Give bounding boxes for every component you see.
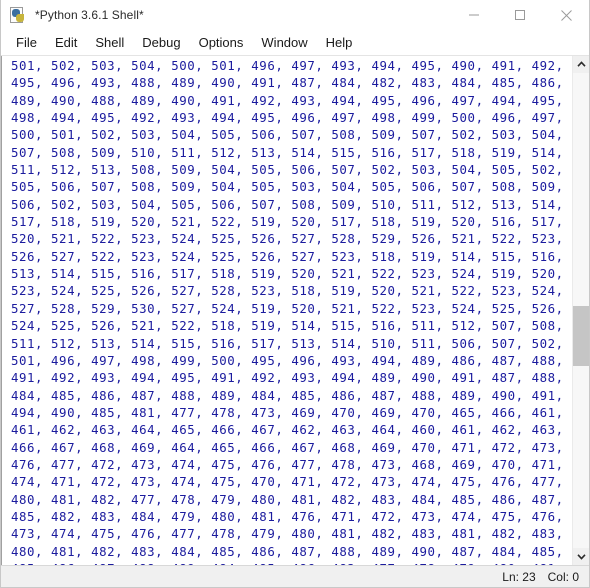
menu-item-debug[interactable]: Debug xyxy=(133,33,189,54)
maximize-icon xyxy=(515,10,525,20)
scroll-down-button[interactable] xyxy=(573,548,589,565)
output-line: 517, 518, 519, 520, 521, 522, 519, 520, … xyxy=(11,214,572,230)
output-line: 494, 490, 485, 481, 477, 478, 473, 469, … xyxy=(11,404,572,420)
output-line: 498, 494, 495, 492, 493, 494, 495, 496, … xyxy=(11,110,572,126)
output-line: 506, 502, 503, 504, 505, 506, 507, 508, … xyxy=(11,196,572,212)
chevron-down-icon xyxy=(576,554,586,560)
python-idle-icon xyxy=(10,7,26,23)
scrollbar-thumb[interactable] xyxy=(573,305,589,366)
output-line: 500, 501, 502, 503, 504, 505, 506, 507, … xyxy=(11,127,572,143)
output-line: 473, 474, 475, 476, 477, 478, 479, 480, … xyxy=(11,526,572,542)
output-line: 491, 492, 493, 494, 495, 491, 492, 493, … xyxy=(11,370,572,386)
menu-bar: File Edit Shell Debug Options Window Hel… xyxy=(1,31,589,56)
output-line: 511, 512, 513, 508, 509, 504, 505, 506, … xyxy=(11,162,572,178)
output-line: 507, 508, 509, 510, 511, 512, 513, 514, … xyxy=(11,144,572,160)
chevron-up-icon xyxy=(576,61,586,67)
output-line: 476, 477, 472, 473, 474, 475, 476, 477, … xyxy=(11,456,572,472)
output-line: 527, 528, 529, 530, 527, 524, 519, 520, … xyxy=(11,300,572,316)
output-line: 505, 506, 507, 508, 509, 504, 505, 503, … xyxy=(11,179,572,195)
status-column-indicator: Col: 0 xyxy=(547,569,579,584)
output-line: 480, 481, 482, 483, 484, 485, 486, 487, … xyxy=(11,543,572,559)
output-line: 526, 527, 522, 523, 524, 525, 526, 527, … xyxy=(11,248,572,264)
scroll-up-button[interactable] xyxy=(573,56,589,73)
minimize-button[interactable] xyxy=(451,0,497,30)
title-bar: *Python 3.6.1 Shell* xyxy=(1,0,589,31)
shell-text-area[interactable]: 501, 502, 503, 504, 500, 501, 496, 497, … xyxy=(2,56,572,565)
output-line: 523, 524, 525, 526, 527, 528, 523, 518, … xyxy=(11,283,572,299)
menu-item-shell[interactable]: Shell xyxy=(86,33,133,54)
status-bar: Ln: 23 Col: 0 xyxy=(1,565,589,587)
output-line: 474, 471, 472, 473, 474, 475, 470, 471, … xyxy=(11,474,572,490)
menu-item-window[interactable]: Window xyxy=(252,33,316,54)
output-line: 501, 502, 503, 504, 500, 501, 496, 497, … xyxy=(11,58,572,73)
output-line: 480, 481, 482, 477, 478, 479, 480, 481, … xyxy=(11,491,572,507)
vertical-scrollbar[interactable] xyxy=(572,56,589,565)
output-line: 513, 514, 515, 516, 517, 518, 519, 520, … xyxy=(11,266,572,282)
window-title: *Python 3.6.1 Shell* xyxy=(35,8,144,22)
menu-item-edit[interactable]: Edit xyxy=(46,33,86,54)
output-line: 485, 486, 487, 488, 489, 484, 485, 486, … xyxy=(11,560,572,565)
output-line: 489, 490, 488, 489, 490, 491, 492, 493, … xyxy=(11,92,572,108)
maximize-button[interactable] xyxy=(497,0,543,30)
output-line: 520, 521, 522, 523, 524, 525, 526, 527, … xyxy=(11,231,572,247)
status-line-indicator: Ln: 23 xyxy=(502,569,536,584)
close-icon xyxy=(560,9,572,21)
menu-item-help[interactable]: Help xyxy=(317,33,362,54)
idle-shell-window: *Python 3.6.1 Shell* File Edit Shell Deb… xyxy=(0,0,590,588)
output-line: 511, 512, 513, 514, 515, 516, 517, 513, … xyxy=(11,335,572,351)
shell-output-region: 501, 502, 503, 504, 500, 501, 496, 497, … xyxy=(1,56,589,565)
minimize-icon xyxy=(469,14,479,16)
output-line: 524, 525, 526, 521, 522, 518, 519, 514, … xyxy=(11,318,572,334)
output-line: 495, 496, 493, 488, 489, 490, 491, 487, … xyxy=(11,75,572,91)
scrollbar-track[interactable] xyxy=(573,73,589,548)
output-line: 485, 482, 483, 484, 479, 480, 481, 476, … xyxy=(11,508,572,524)
menu-item-file[interactable]: File xyxy=(7,33,46,54)
output-line: 501, 496, 497, 498, 499, 500, 495, 496, … xyxy=(11,352,572,368)
output-line: 484, 485, 486, 487, 488, 489, 484, 485, … xyxy=(11,387,572,403)
menu-item-options[interactable]: Options xyxy=(190,33,253,54)
close-button[interactable] xyxy=(543,0,589,30)
output-line: 461, 462, 463, 464, 465, 466, 467, 462, … xyxy=(11,422,572,438)
output-line: 466, 467, 468, 469, 464, 465, 466, 467, … xyxy=(11,439,572,455)
